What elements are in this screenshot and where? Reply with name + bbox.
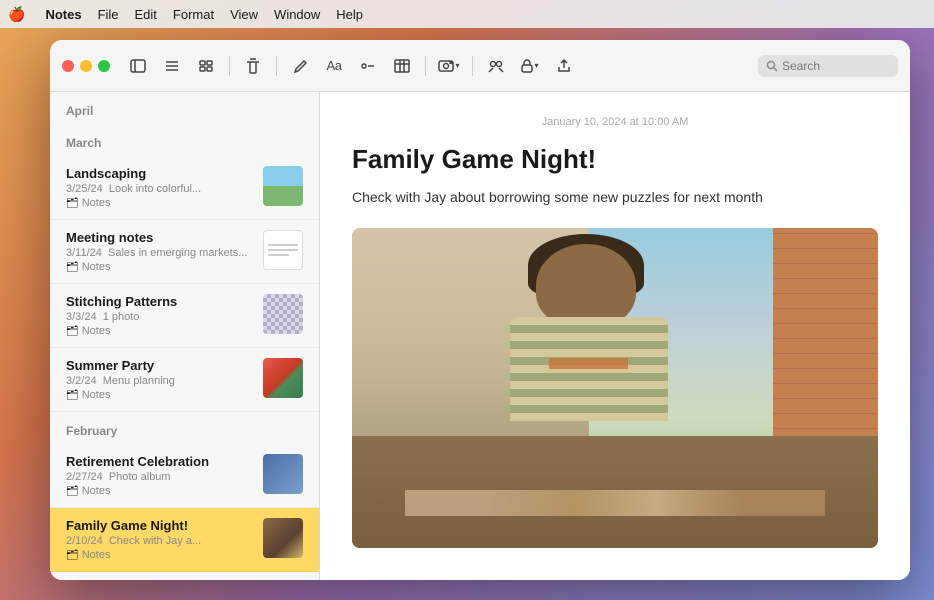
note-footer-summer: 🗂 Notes [66,389,255,401]
collaborate-button[interactable] [482,52,510,80]
folder-icon-retirement: 🗂 [66,486,79,497]
note-folder-landscaping: Notes [82,197,111,209]
note-thumb-stitching [263,294,303,334]
note-image-container [352,228,878,548]
section-header-march: March [50,124,319,156]
text-format-button[interactable]: Aa [320,52,348,80]
menubar-view[interactable]: View [230,7,258,22]
sidebar: April March Landscaping 3/25/24 Look int… [50,92,320,580]
note-thumb-game-night [263,518,303,558]
note-meta-summer: 3/2/24 Menu planning [66,375,255,387]
note-thumb-retirement [263,454,303,494]
note-thumb-landscaping [263,166,303,206]
note-footer-landscaping: 🗂 Notes [66,197,255,209]
section-header-april: April [50,92,319,124]
minimize-button[interactable] [80,60,92,72]
search-box[interactable] [758,55,898,77]
note-info-stitching: Stitching Patterns 3/3/24 1 photo 🗂 Note… [66,294,255,337]
note-folder-meeting: Notes [82,261,111,273]
note-item-summer[interactable]: Summer Party 3/2/24 Menu planning 🗂 Note… [50,348,319,412]
note-meta-stitching: 3/3/24 1 photo [66,311,255,323]
menubar-format[interactable]: Format [173,7,214,22]
note-footer-meeting: 🗂 Notes [66,261,255,273]
note-info-landscaping: Landscaping 3/25/24 Look into colorful..… [66,166,255,209]
gallery-view-button[interactable] [192,52,220,80]
folder-icon-meeting: 🗂 [66,262,79,273]
note-title-game-night: Family Game Night! [66,518,255,533]
note-title-summer: Summer Party [66,358,255,373]
note-meta-landscaping: 3/25/24 Look into colorful... [66,183,255,195]
note-title-stitching: Stitching Patterns [66,294,255,309]
note-footer-game-night: 🗂 Notes [66,549,255,561]
note-folder-game-night: Notes [82,549,111,561]
toolbar-separator-1 [229,56,230,76]
toolbar-separator-2 [276,56,277,76]
note-info-summer: Summer Party 3/2/24 Menu planning 🗂 Note… [66,358,255,401]
scene [352,228,878,548]
note-meta-game-night: 2/10/24 Check with Jay a... [66,535,255,547]
note-info-game-night: Family Game Night! 2/10/24 Check with Ja… [66,518,255,561]
toolbar-separator-3 [425,56,426,76]
menubar-file[interactable]: File [98,7,119,22]
note-date: January 10, 2024 at 10:00 AM [352,116,878,128]
note-folder-summer: Notes [82,389,111,401]
list-view-button[interactable] [158,52,186,80]
note-detail[interactable]: January 10, 2024 at 10:00 AM Family Game… [320,92,910,580]
new-note-button[interactable] [286,52,314,80]
apple-menu[interactable]: 🍎 [8,6,25,23]
menubar-window[interactable]: Window [274,7,320,22]
lock-button[interactable]: ▾ [516,52,544,80]
sidebar-toggle-button[interactable] [124,52,152,80]
note-folder-stitching: Notes [82,325,111,337]
delete-button[interactable] [239,52,267,80]
note-footer-stitching: 🗂 Notes [66,325,255,337]
note-meta-retirement: 2/27/24 Photo album [66,471,255,483]
content-area: April March Landscaping 3/25/24 Look int… [50,92,910,580]
app-window: Aa ▾ [50,40,910,580]
search-input[interactable] [782,59,882,73]
note-meta-meeting: 3/11/24 Sales in emerging markets... [66,247,255,259]
folder-icon: 🗂 [66,198,79,209]
traffic-lights [62,60,110,72]
note-info-meeting: Meeting notes 3/11/24 Sales in emerging … [66,230,255,273]
note-title-landscaping: Landscaping [66,166,255,181]
scene-person [457,244,720,452]
note-item-stitching[interactable]: Stitching Patterns 3/3/24 1 photo 🗂 Note… [50,284,319,348]
close-button[interactable] [62,60,74,72]
note-item-retirement[interactable]: Retirement Celebration 2/27/24 Photo alb… [50,444,319,508]
menubar-help[interactable]: Help [336,7,363,22]
folder-icon-game-night: 🗂 [66,550,79,561]
folder-icon-stitching: 🗂 [66,326,79,337]
person-body [510,317,668,421]
menubar: 🍎 Notes File Edit Format View Window Hel… [0,0,934,28]
note-footer-retirement: 🗂 Notes [66,485,255,497]
table-button[interactable] [388,52,416,80]
section-header-february: February [50,412,319,444]
scene-puzzle [405,490,826,516]
note-body: Check with Jay about borrowing some new … [352,187,878,208]
folder-icon-summer: 🗂 [66,390,79,401]
note-title-retirement: Retirement Celebration [66,454,255,469]
photo-button[interactable]: ▾ [435,52,463,80]
note-folder-retirement: Notes [82,485,111,497]
search-icon [766,60,778,72]
person-head [536,244,636,327]
note-item-meeting[interactable]: Meeting notes 3/11/24 Sales in emerging … [50,220,319,284]
menubar-edit[interactable]: Edit [135,7,157,22]
toolbar: Aa ▾ [50,40,910,92]
checklist-button[interactable] [354,52,382,80]
share-button[interactable] [550,52,578,80]
note-item-landscaping[interactable]: Landscaping 3/25/24 Look into colorful..… [50,156,319,220]
note-heading: Family Game Night! [352,144,878,175]
note-title-meeting: Meeting notes [66,230,255,245]
note-thumb-meeting [263,230,303,270]
maximize-button[interactable] [98,60,110,72]
note-info-retirement: Retirement Celebration 2/27/24 Photo alb… [66,454,255,497]
toolbar-separator-4 [472,56,473,76]
note-item-game-night[interactable]: Family Game Night! 2/10/24 Check with Ja… [50,508,319,572]
person-shirt-stripe [549,358,628,368]
note-image [352,228,878,548]
menubar-notes[interactable]: Notes [45,7,81,22]
note-thumb-summer [263,358,303,398]
